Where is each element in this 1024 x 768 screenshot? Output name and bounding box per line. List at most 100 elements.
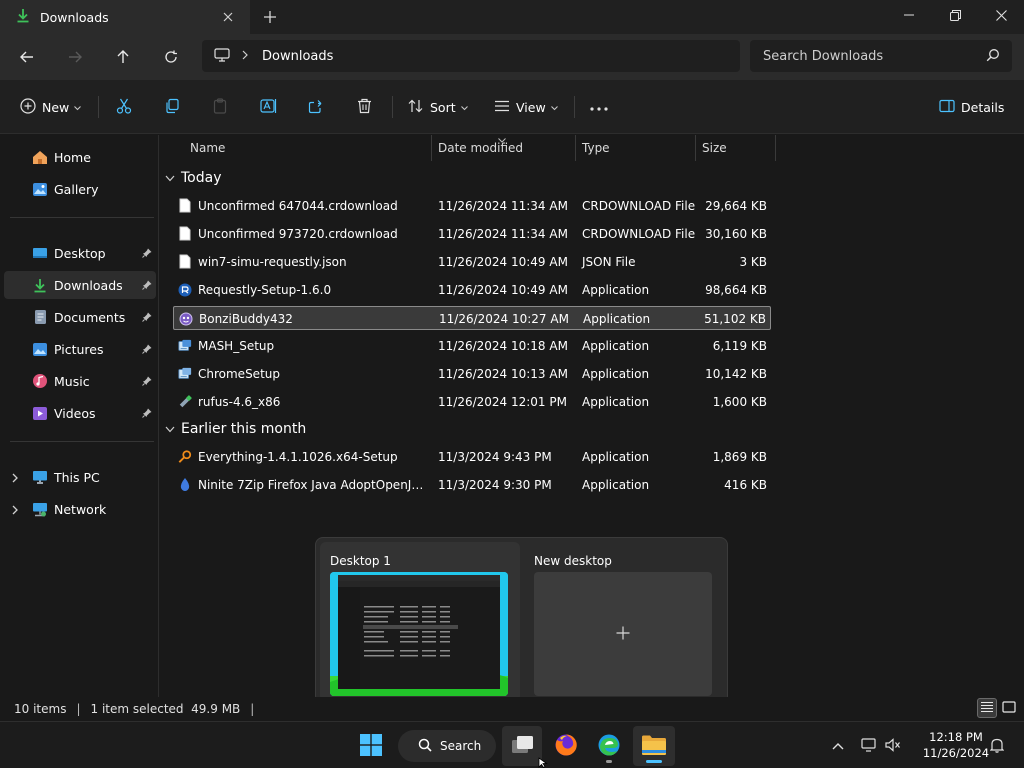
file-row[interactable]: MASH_Setup 11/26/2024 10:18 AM Applicati… bbox=[173, 334, 771, 358]
sidebar-item-music[interactable]: Music bbox=[4, 367, 156, 395]
selection-info: 1 item selected 49.9 MB bbox=[90, 702, 241, 716]
more-options-button[interactable] bbox=[590, 94, 608, 120]
file-row[interactable]: ChromeSetup 11/26/2024 10:13 AM Applicat… bbox=[173, 362, 771, 386]
file-row[interactable]: rufus-4.6_x86 11/26/2024 12:01 PM Applic… bbox=[173, 390, 771, 414]
rename-button[interactable] bbox=[260, 94, 278, 120]
group-header-earlier-this-month[interactable]: Earlier this month bbox=[165, 417, 306, 441]
taskbar-firefox[interactable] bbox=[547, 726, 585, 766]
sidebar-item-label: Documents bbox=[54, 309, 126, 325]
breadcrumb-downloads[interactable]: Downloads bbox=[262, 49, 333, 64]
task-view-button[interactable] bbox=[502, 726, 542, 766]
start-button[interactable] bbox=[352, 726, 390, 766]
column-header-name[interactable]: Name bbox=[184, 135, 432, 161]
close-window-button[interactable] bbox=[978, 0, 1024, 30]
requestly-icon bbox=[178, 282, 192, 297]
new-desktop-button[interactable]: New desktop bbox=[524, 542, 724, 702]
pin-icon[interactable] bbox=[142, 375, 152, 389]
clipboard-icon bbox=[212, 97, 228, 117]
gallery-icon bbox=[32, 181, 48, 197]
sidebar-item-label: Music bbox=[54, 373, 90, 389]
search-input[interactable]: Search Downloads bbox=[763, 49, 883, 64]
group-header-today[interactable]: Today bbox=[165, 166, 222, 190]
sidebar-item-label: Videos bbox=[54, 405, 96, 421]
sidebar-item-gallery[interactable]: Gallery bbox=[4, 175, 156, 203]
sidebar-item-pictures[interactable]: Pictures bbox=[4, 335, 156, 363]
details-pane-button[interactable]: Details bbox=[939, 94, 1004, 120]
search-box[interactable]: Search Downloads bbox=[750, 40, 1012, 72]
taskbar-file-explorer[interactable] bbox=[633, 726, 675, 766]
paste-button[interactable] bbox=[212, 94, 228, 120]
file-row[interactable]: Unconfirmed 973720.crdownload 11/26/2024… bbox=[173, 222, 771, 246]
documents-icon bbox=[32, 309, 48, 325]
details-view-icon bbox=[980, 701, 994, 716]
sidebar-item-label: Gallery bbox=[54, 181, 99, 197]
new-desktop-tile[interactable] bbox=[534, 572, 712, 696]
details-pane-icon bbox=[939, 99, 955, 116]
pin-icon[interactable] bbox=[142, 343, 152, 357]
column-header-date-modified[interactable]: Date modified bbox=[432, 135, 576, 161]
large-icons-view-toggle[interactable] bbox=[999, 698, 1019, 718]
bell-icon bbox=[989, 737, 1005, 756]
pin-icon[interactable] bbox=[142, 407, 152, 421]
quick-settings-button[interactable] bbox=[856, 726, 906, 766]
pictures-icon bbox=[32, 341, 48, 357]
forward-button[interactable] bbox=[62, 44, 88, 70]
installer-icon bbox=[178, 366, 192, 381]
sidebar-item-this-pc[interactable]: This PC bbox=[4, 463, 156, 491]
chevron-right-icon[interactable] bbox=[12, 472, 18, 486]
plus-icon bbox=[616, 626, 630, 643]
sidebar-item-label: This PC bbox=[54, 469, 100, 485]
file-row[interactable]: Requestly-Setup-1.6.0 11/26/2024 10:49 A… bbox=[173, 278, 771, 302]
videos-icon bbox=[32, 405, 48, 421]
minimize-button[interactable] bbox=[886, 0, 932, 30]
sidebar-item-desktop[interactable]: Desktop bbox=[4, 239, 156, 267]
column-header-size[interactable]: Size bbox=[696, 135, 776, 161]
taskbar-edge[interactable] bbox=[590, 726, 628, 766]
scissors-icon bbox=[116, 98, 132, 117]
sort-button[interactable]: Sort bbox=[408, 94, 468, 120]
navigation-bar: Downloads Search Downloads bbox=[0, 34, 1024, 80]
notifications-button[interactable] bbox=[985, 726, 1009, 766]
refresh-button[interactable] bbox=[158, 44, 184, 70]
address-bar[interactable]: Downloads bbox=[202, 40, 740, 72]
sidebar-item-home[interactable]: Home bbox=[4, 143, 156, 171]
file-row-selected[interactable]: BonziBuddy432 11/26/2024 10:27 AM Applic… bbox=[173, 306, 771, 330]
sidebar-item-network[interactable]: Network bbox=[4, 495, 156, 523]
chevron-right-icon[interactable] bbox=[12, 504, 18, 518]
pin-icon[interactable] bbox=[142, 247, 152, 261]
restore-button[interactable] bbox=[932, 0, 978, 30]
command-bar: New Sort View Details bbox=[0, 80, 1024, 134]
new-tab-button[interactable] bbox=[258, 6, 282, 28]
tab-downloads[interactable]: Downloads bbox=[0, 0, 250, 34]
taskbar: Search 12:18 PM 11/26/2024 bbox=[0, 721, 1024, 768]
sidebar-item-downloads[interactable]: Downloads bbox=[4, 271, 156, 299]
file-row[interactable]: Unconfirmed 647044.crdownload 11/26/2024… bbox=[173, 194, 771, 218]
file-row[interactable]: Everything-1.4.1.1026.x64-Setup 11/3/202… bbox=[173, 445, 771, 469]
pin-icon[interactable] bbox=[142, 311, 152, 325]
column-header-type[interactable]: Type bbox=[576, 135, 696, 161]
rename-icon bbox=[260, 98, 278, 117]
view-button[interactable]: View bbox=[494, 94, 558, 120]
sidebar-item-documents[interactable]: Documents bbox=[4, 303, 156, 331]
back-button[interactable] bbox=[14, 44, 40, 70]
delete-button[interactable] bbox=[357, 94, 372, 120]
new-button[interactable]: New bbox=[20, 94, 82, 120]
details-view-toggle[interactable] bbox=[977, 698, 997, 718]
cut-button[interactable] bbox=[116, 94, 132, 120]
up-button[interactable] bbox=[110, 44, 136, 70]
ninite-icon bbox=[178, 477, 192, 492]
file-row[interactable]: win7-simu-requestly.json 11/26/2024 10:4… bbox=[173, 250, 771, 274]
tab-close-icon[interactable] bbox=[218, 7, 238, 27]
virtual-desktop-1[interactable]: Desktop 1 bbox=[320, 542, 520, 703]
chevron-down-icon bbox=[550, 100, 558, 114]
file-row[interactable]: Ninite 7Zip Firefox Java AdoptOpenJDK x.… bbox=[173, 473, 771, 497]
share-button[interactable] bbox=[308, 94, 324, 120]
copy-button[interactable] bbox=[164, 94, 180, 120]
show-hidden-icons-button[interactable] bbox=[826, 726, 850, 766]
chevron-down-icon bbox=[74, 100, 82, 114]
network-icon bbox=[32, 501, 48, 517]
trash-icon bbox=[357, 98, 372, 117]
sidebar-item-videos[interactable]: Videos bbox=[4, 399, 156, 427]
pin-icon[interactable] bbox=[142, 279, 152, 293]
taskbar-search[interactable]: Search bbox=[398, 730, 496, 762]
